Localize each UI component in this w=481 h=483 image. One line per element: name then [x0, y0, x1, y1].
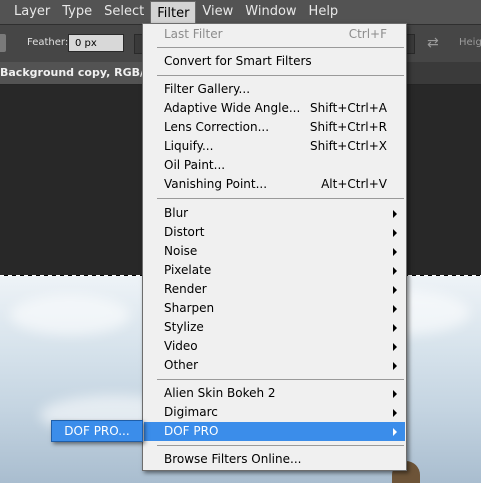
- menu-item-alien-skin-bokeh[interactable]: Alien Skin Bokeh 2: [144, 384, 405, 403]
- menu-item-sharpen[interactable]: Sharpen: [144, 299, 405, 318]
- submenu-arrow-icon: [393, 409, 397, 417]
- menu-item-digimarc[interactable]: Digimarc: [144, 403, 405, 422]
- menu-item-adaptive-wide-angle[interactable]: Adaptive Wide Angle... Shift+Ctrl+A: [144, 99, 405, 118]
- menu-item-video[interactable]: Video: [144, 337, 405, 356]
- feather-label: Feather:: [27, 37, 69, 48]
- menu-item-render[interactable]: Render: [144, 280, 405, 299]
- submenu-arrow-icon: [393, 428, 397, 436]
- menu-help[interactable]: Help: [303, 0, 345, 24]
- menu-filter[interactable]: Filter: [150, 0, 197, 25]
- menu-item-last-filter: Last Filter Ctrl+F: [164, 27, 387, 41]
- tool-preset-button[interactable]: [0, 34, 6, 52]
- submenu-arrow-icon: [393, 229, 397, 237]
- menu-item-blur[interactable]: Blur: [144, 204, 405, 223]
- menu-item-convert-smart-filters[interactable]: Convert for Smart Filters: [144, 52, 405, 71]
- menu-bar: Layer Type Select Filter View Window Hel…: [0, 0, 481, 25]
- submenu-arrow-icon: [393, 343, 397, 351]
- menu-item-lens-correction[interactable]: Lens Correction... Shift+Ctrl+R: [144, 118, 405, 137]
- menu-divider: [157, 47, 404, 48]
- submenu-arrow-icon: [393, 305, 397, 313]
- menu-divider: [157, 198, 404, 199]
- menu-item-dof-pro[interactable]: DOF PRO: [144, 422, 405, 441]
- menu-item-pixelate[interactable]: Pixelate: [144, 261, 405, 280]
- menu-divider: [157, 379, 404, 380]
- menu-item-noise[interactable]: Noise: [144, 242, 405, 261]
- menu-layer[interactable]: Layer: [0, 0, 56, 24]
- filter-menu: Last Filter Ctrl+F Convert for Smart Fil…: [142, 23, 407, 471]
- swap-icon[interactable]: ⇄: [427, 34, 443, 52]
- menu-item-liquify[interactable]: Liquify... Shift+Ctrl+X: [144, 137, 405, 156]
- submenu-arrow-icon: [393, 267, 397, 275]
- dof-pro-submenu: DOF PRO...: [51, 420, 143, 442]
- menu-item-browse-filters-online[interactable]: Browse Filters Online...: [144, 450, 405, 469]
- menu-divider: [157, 445, 404, 446]
- submenu-arrow-icon: [393, 248, 397, 256]
- menu-type[interactable]: Type: [56, 0, 98, 24]
- submenu-arrow-icon: [393, 286, 397, 294]
- menu-divider: [157, 75, 404, 76]
- submenu-item-dof-pro[interactable]: DOF PRO...: [52, 422, 142, 440]
- submenu-arrow-icon: [393, 210, 397, 218]
- menu-item-distort[interactable]: Distort: [144, 223, 405, 242]
- menu-item-oil-paint[interactable]: Oil Paint...: [144, 156, 405, 175]
- submenu-arrow-icon: [393, 362, 397, 370]
- menu-view[interactable]: View: [196, 0, 239, 24]
- feather-field[interactable]: 0 px: [68, 34, 124, 52]
- menu-select[interactable]: Select: [98, 0, 150, 24]
- submenu-arrow-icon: [393, 324, 397, 332]
- menu-item-stylize[interactable]: Stylize: [144, 318, 405, 337]
- height-label: Heig: [459, 37, 481, 48]
- menu-item-other[interactable]: Other: [144, 356, 405, 375]
- menu-item-filter-gallery[interactable]: Filter Gallery...: [144, 80, 405, 99]
- menu-item-vanishing-point[interactable]: Vanishing Point... Alt+Ctrl+V: [144, 175, 405, 194]
- menu-window[interactable]: Window: [239, 0, 302, 24]
- submenu-arrow-icon: [393, 390, 397, 398]
